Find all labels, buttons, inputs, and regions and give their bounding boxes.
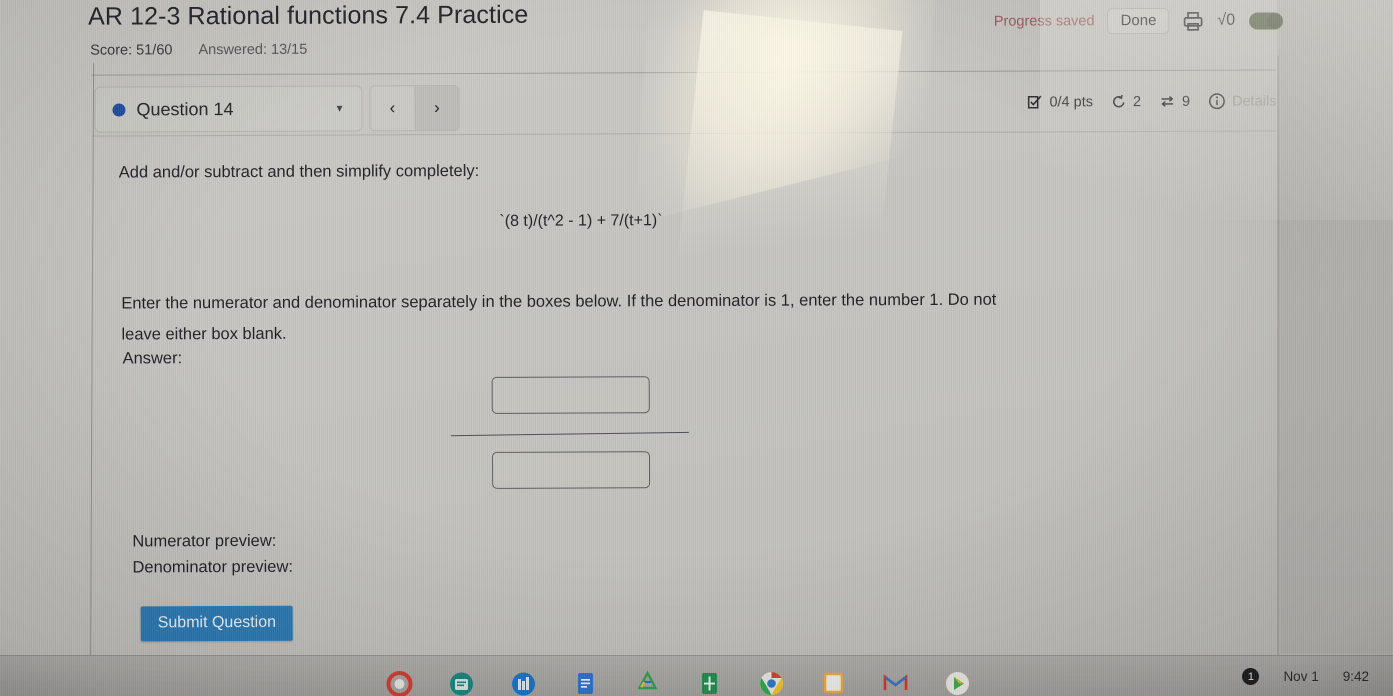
- score-text: Score: 51/60: [90, 42, 173, 59]
- question-selector-dropdown[interactable]: Question 14 ▼: [94, 85, 363, 133]
- page-left-border: [90, 62, 95, 659]
- checkbox-pencil-icon: [1027, 94, 1042, 109]
- question-meta: 0/4 pts 2 9 Details: [1027, 92, 1276, 110]
- notification-badge[interactable]: 1: [1242, 668, 1260, 685]
- attempts-count: 2: [1132, 93, 1142, 110]
- fraction-answer-group: [450, 376, 691, 489]
- equation-editor-toggle[interactable]: [1249, 11, 1284, 30]
- drive-icon[interactable]: [633, 668, 662, 696]
- numerator-input[interactable]: [491, 376, 650, 414]
- blue-app-icon[interactable]: [509, 668, 538, 696]
- teal-app-icon[interactable]: [447, 668, 476, 696]
- denominator-input[interactable]: [491, 451, 651, 489]
- previous-question-button[interactable]: ‹: [370, 86, 415, 131]
- page-right-border: [1277, 55, 1279, 656]
- sheets-icon[interactable]: [695, 668, 724, 696]
- taskbar-icon-row: [385, 660, 972, 696]
- question-formula: `(8 t)/(t^2 - 1) + 7/(t+1)`: [499, 212, 663, 230]
- photographed-screen: AR 12-3 Rational functions 7.4 Practice …: [0, 0, 1393, 696]
- windows-taskbar: 1 Nov 1 9:42: [0, 655, 1393, 696]
- browser-page: AR 12-3 Rational functions 7.4 Practice …: [0, 0, 1393, 659]
- fraction-bar: [450, 431, 689, 437]
- points-text: 0/4 pts: [1049, 93, 1093, 110]
- submit-question-button[interactable]: Submit Question: [140, 605, 294, 642]
- question-toolbar: Question 14 ▼ ‹ › 0/4 pts 2 9 Details: [94, 81, 1276, 133]
- retries-count: 9: [1182, 93, 1191, 110]
- page-title: AR 12-3 Rational functions 7.4 Practice: [88, 0, 529, 31]
- done-button[interactable]: Done: [1107, 7, 1170, 35]
- question-status-dot: [112, 102, 126, 117]
- denominator-preview: Denominator preview:: [132, 557, 294, 577]
- question-prompt: Add and/or subtract and then simplify co…: [118, 161, 480, 182]
- calendar-icon[interactable]: [819, 668, 848, 696]
- page-right-margin: [1276, 0, 1393, 654]
- answered-text: Answered: 13/15: [198, 41, 308, 59]
- equation-editor-label: √0: [1217, 11, 1236, 29]
- docs-icon[interactable]: [571, 668, 600, 696]
- info-icon[interactable]: [1208, 93, 1225, 110]
- shuffle-icon: [1159, 94, 1175, 109]
- taskbar-date[interactable]: Nov 1: [1283, 669, 1318, 684]
- answer-label: Answer:: [122, 349, 183, 368]
- question-selector-label: Question 14: [136, 98, 234, 119]
- score-summary: Score: 51/60 Answered: 13/15: [90, 42, 307, 59]
- printer-icon[interactable]: [1182, 10, 1204, 31]
- chrome-red-icon[interactable]: [385, 668, 414, 696]
- question-instructions: Enter the numerator and denominator sepa…: [121, 290, 997, 344]
- question-nav-group: ‹ ›: [369, 85, 460, 132]
- taskbar-time[interactable]: 9:42: [1343, 669, 1369, 684]
- next-question-button[interactable]: ›: [414, 86, 459, 131]
- undo-icon: [1111, 94, 1126, 109]
- chrome-icon[interactable]: [757, 668, 786, 696]
- gmail-icon[interactable]: [881, 668, 910, 696]
- progress-saved-text: Progress saved: [993, 13, 1095, 30]
- numerator-preview: Numerator preview:: [132, 531, 277, 551]
- details-link[interactable]: Details: [1232, 93, 1276, 109]
- header-divider: [91, 69, 1277, 76]
- taskbar-system-tray: 1 Nov 1 9:42: [1242, 656, 1369, 696]
- chevron-down-icon: ▼: [334, 103, 345, 115]
- header-actions: Progress saved Done √0: [993, 7, 1284, 35]
- play-store-icon[interactable]: [943, 668, 972, 696]
